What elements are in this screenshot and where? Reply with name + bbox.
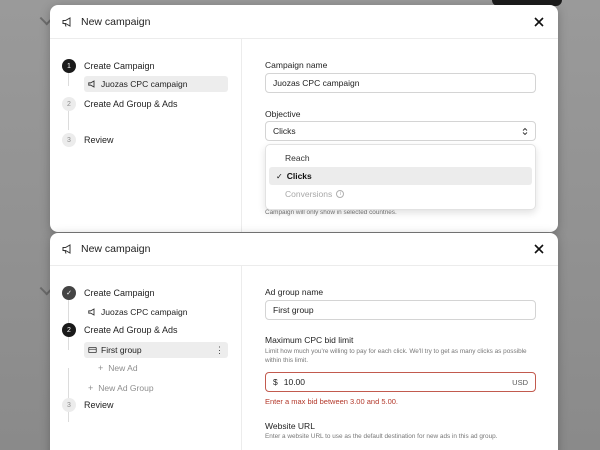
objective-select[interactable]: Clicks xyxy=(265,121,536,141)
new-ad-button[interactable]: + New Ad xyxy=(98,363,138,373)
select-value: Clicks xyxy=(273,126,296,136)
objective-dropdown-menu: Reach ✓ Clicks Conversions i xyxy=(265,144,536,210)
step-check-icon: ✓ xyxy=(62,286,76,300)
sidebar-item-label: Juozas CPC campaign xyxy=(101,79,188,89)
objective-label: Objective xyxy=(265,109,301,119)
close-icon xyxy=(534,16,544,27)
option-label: Clicks xyxy=(286,171,312,181)
step-create-ad-group[interactable]: 2 Create Ad Group & Ads xyxy=(62,97,178,111)
close-icon xyxy=(534,244,544,254)
megaphone-icon xyxy=(88,308,95,316)
modal-header: New campaign xyxy=(50,233,558,266)
input-value: 10.00 xyxy=(283,377,306,387)
campaign-name-input[interactable]: Juozas CPC campaign xyxy=(265,73,536,93)
plus-icon: + xyxy=(88,383,94,393)
stepper-sidebar: ✓ Create Campaign Juozas CPC campaign 2 … xyxy=(50,266,242,450)
stepper-sidebar: 1 Create Campaign Juozas CPC campaign 2 … xyxy=(50,39,242,232)
chevron-updown-icon xyxy=(522,127,528,136)
currency-code: USD xyxy=(512,377,528,387)
modal-title: New campaign xyxy=(81,15,151,28)
megaphone-icon xyxy=(88,80,95,88)
modal-body: 1 Create Campaign Juozas CPC campaign 2 … xyxy=(50,39,558,232)
step-connector xyxy=(68,368,69,422)
modal-header: New campaign xyxy=(50,5,558,39)
option-reach[interactable]: Reach xyxy=(269,149,532,167)
step-label: Create Ad Group & Ads xyxy=(84,325,178,335)
sidebar-item-ad-group[interactable]: First group ⋮ xyxy=(84,342,228,358)
input-value: First group xyxy=(273,305,314,315)
close-button[interactable] xyxy=(532,15,546,29)
currency-symbol: $ xyxy=(273,377,278,387)
new-ad-group-button[interactable]: + New Ad Group xyxy=(88,383,154,393)
website-url-label: Website URL xyxy=(265,421,315,431)
step-number: 2 xyxy=(62,97,76,111)
modal-body: ✓ Create Campaign Juozas CPC campaign 2 … xyxy=(50,266,558,450)
new-campaign-modal-step-2: New campaign ✓ Create Campaign Juozas CP… xyxy=(50,233,558,450)
step-review[interactable]: 3 Review xyxy=(62,398,114,412)
step-label: Review xyxy=(84,400,114,410)
plus-icon: + xyxy=(98,363,104,373)
more-vertical-icon[interactable]: ⋮ xyxy=(215,345,224,355)
sidebar-item-campaign[interactable]: Juozas CPC campaign xyxy=(84,304,228,320)
option-label: Conversions xyxy=(285,189,333,199)
form-panel: Ad group name First group Maximum CPC bi… xyxy=(243,266,558,450)
form-panel: Campaign name Juozas CPC campaign Object… xyxy=(243,39,558,232)
step-review[interactable]: 3 Review xyxy=(62,133,114,147)
new-ad-group-label: New Ad Group xyxy=(98,383,154,393)
check-icon: ✓ xyxy=(276,171,283,181)
step-label: Create Campaign xyxy=(84,288,155,298)
max-cpc-label: Maximum CPC bid limit xyxy=(265,335,354,345)
input-value: Juozas CPC campaign xyxy=(273,78,360,88)
website-url-help-text: Enter a website URL to use as the defaul… xyxy=(265,433,498,440)
modal-title: New campaign xyxy=(81,243,151,255)
sidebar-item-label: Juozas CPC campaign xyxy=(101,307,188,317)
option-conversions: Conversions i xyxy=(269,185,532,203)
step-label: Create Campaign xyxy=(84,61,155,71)
ad-group-name-input[interactable]: First group xyxy=(265,300,536,320)
megaphone-icon xyxy=(62,16,71,27)
sidebar-item-label: First group xyxy=(101,345,142,355)
close-button[interactable] xyxy=(532,242,546,256)
bid-error-message: Enter a max bid between 3.00 and 5.00. xyxy=(265,397,399,406)
step-number: 3 xyxy=(62,133,76,147)
megaphone-icon xyxy=(62,244,71,254)
step-label: Create Ad Group & Ads xyxy=(84,99,178,109)
max-cpc-help-text: Limit how much you're willing to pay for… xyxy=(265,348,527,364)
step-number: 1 xyxy=(62,59,76,73)
new-campaign-modal-step-1: New campaign 1 Create Campaign Juozas CP… xyxy=(50,5,558,232)
step-number: 2 xyxy=(62,323,76,337)
ad-group-icon xyxy=(88,346,97,354)
step-create-campaign[interactable]: ✓ Create Campaign xyxy=(62,286,155,300)
option-label: Reach xyxy=(285,153,310,163)
info-icon: i xyxy=(336,190,345,198)
step-number: 3 xyxy=(62,398,76,412)
campaign-name-label: Campaign name xyxy=(265,60,328,70)
new-ad-label: New Ad xyxy=(108,363,138,373)
max-cpc-bid-input[interactable]: $ 10.00 USD xyxy=(265,372,536,392)
option-clicks[interactable]: ✓ Clicks xyxy=(269,167,532,185)
sidebar-item-campaign[interactable]: Juozas CPC campaign xyxy=(84,76,228,92)
step-label: Review xyxy=(84,135,114,145)
step-create-campaign[interactable]: 1 Create Campaign xyxy=(62,59,155,73)
step-create-ad-group[interactable]: 2 Create Ad Group & Ads xyxy=(62,323,178,337)
step-connector xyxy=(68,294,69,350)
ad-group-name-label: Ad group name xyxy=(265,287,324,297)
